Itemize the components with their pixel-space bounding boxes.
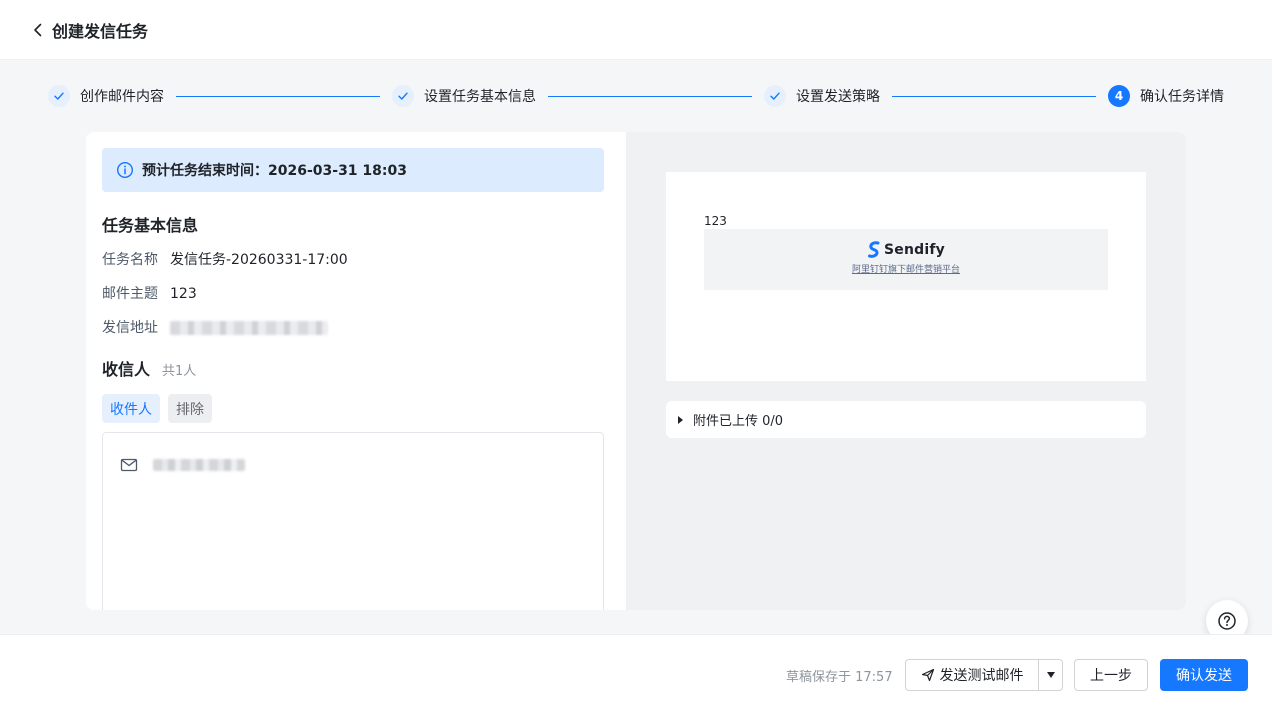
recipient-tabs: 收件人 排除 xyxy=(102,394,604,423)
confirm-send-button[interactable]: 确认发送 xyxy=(1160,659,1248,691)
send-test-dropdown-button[interactable] xyxy=(1038,659,1063,691)
question-circle-icon xyxy=(1218,612,1236,630)
info-circle-icon xyxy=(116,161,134,179)
subject-label: 邮件主题 xyxy=(102,286,158,302)
mail-icon xyxy=(120,458,138,472)
end-time-banner: 预计任务结束时间：2026-03-31 18:03 xyxy=(102,148,604,192)
brand: Sendify xyxy=(867,241,945,259)
attachment-toggle[interactable]: 附件已上传 0/0 xyxy=(666,401,1146,438)
recipient-email-redacted xyxy=(153,459,245,471)
page-header: 创建发信任务 xyxy=(0,0,1272,60)
brand-subtitle-link[interactable]: 阿里钉钉旗下邮件营销平台 xyxy=(852,262,960,275)
preview-brand-footer: Sendify 阿里钉钉旗下邮件营销平台 xyxy=(704,229,1108,290)
step-label: 创作邮件内容 xyxy=(80,89,164,105)
step-label: 确认任务详情 xyxy=(1140,89,1224,105)
recipients-title: 收信人 xyxy=(102,360,151,379)
brand-name: Sendify xyxy=(884,242,945,258)
task-info-pane: 预计任务结束时间：2026-03-31 18:03 任务基本信息 任务名称 发信… xyxy=(86,132,626,610)
end-time-text: 预计任务结束时间：2026-03-31 18:03 xyxy=(142,163,407,179)
step-label: 设置任务基本信息 xyxy=(424,89,536,105)
basic-info-title: 任务基本信息 xyxy=(102,216,199,235)
send-test-label: 发送测试邮件 xyxy=(939,668,1024,684)
attachment-label: 附件已上传 0/0 xyxy=(693,414,784,429)
step-connector xyxy=(176,95,380,97)
subject-row: 邮件主题 123 xyxy=(102,284,604,304)
tab-recipients[interactable]: 收件人 xyxy=(102,394,160,423)
step-3: 设置发送策略 xyxy=(764,85,880,107)
send-icon xyxy=(921,668,934,682)
step-connector xyxy=(548,95,752,97)
email-preview: 123 Sendify 阿里钉钉旗下邮件营销平台 xyxy=(666,172,1146,381)
email-preview-pane: 123 Sendify 阿里钉钉旗下邮件营销平台 附件已上传 0/0 xyxy=(626,132,1186,610)
step-number: 4 xyxy=(1108,85,1130,107)
recipients-header: 收信人 共1人 xyxy=(102,356,604,380)
sender-address-redacted xyxy=(170,321,328,335)
step-progress: 创作邮件内容 设置任务基本信息 设置发送策略 4 确认任务详情 xyxy=(48,84,1224,108)
step-connector xyxy=(892,95,1096,97)
subject-value: 123 xyxy=(170,286,197,302)
action-footer: 草稿保存于 17:57 发送测试邮件 上一步 确认发送 xyxy=(0,634,1272,714)
page-title: 创建发信任务 xyxy=(52,21,149,41)
step-label: 设置发送策略 xyxy=(796,89,880,105)
task-detail-card: 预计任务结束时间：2026-03-31 18:03 任务基本信息 任务名称 发信… xyxy=(86,132,1186,610)
previous-step-button[interactable]: 上一步 xyxy=(1074,659,1148,691)
check-icon xyxy=(392,85,414,107)
check-icon xyxy=(764,85,786,107)
step-2: 设置任务基本信息 xyxy=(392,85,536,107)
step-1: 创作邮件内容 xyxy=(48,85,164,107)
recipients-count: 共1人 xyxy=(162,364,197,379)
list-item xyxy=(119,455,587,475)
chevron-left-icon[interactable] xyxy=(28,20,48,40)
sender-row: 发信地址 xyxy=(102,318,604,338)
task-name-row: 任务名称 发信任务-20260331-17:00 xyxy=(102,250,604,270)
task-name-value: 发信任务-20260331-17:00 xyxy=(170,252,348,268)
sender-label: 发信地址 xyxy=(102,320,158,336)
step-4: 4 确认任务详情 xyxy=(1108,85,1224,107)
recipient-list xyxy=(102,432,604,610)
caret-right-icon xyxy=(678,415,683,424)
check-icon xyxy=(48,85,70,107)
task-name-label: 任务名称 xyxy=(102,252,158,268)
send-test-email-button[interactable]: 发送测试邮件 xyxy=(905,659,1039,691)
preview-body-text: 123 xyxy=(704,214,727,228)
draft-save-status: 草稿保存于 17:57 xyxy=(786,670,893,685)
sendify-logo-icon xyxy=(868,241,880,258)
caret-down-icon xyxy=(1046,672,1055,678)
tab-exclude[interactable]: 排除 xyxy=(168,394,212,423)
